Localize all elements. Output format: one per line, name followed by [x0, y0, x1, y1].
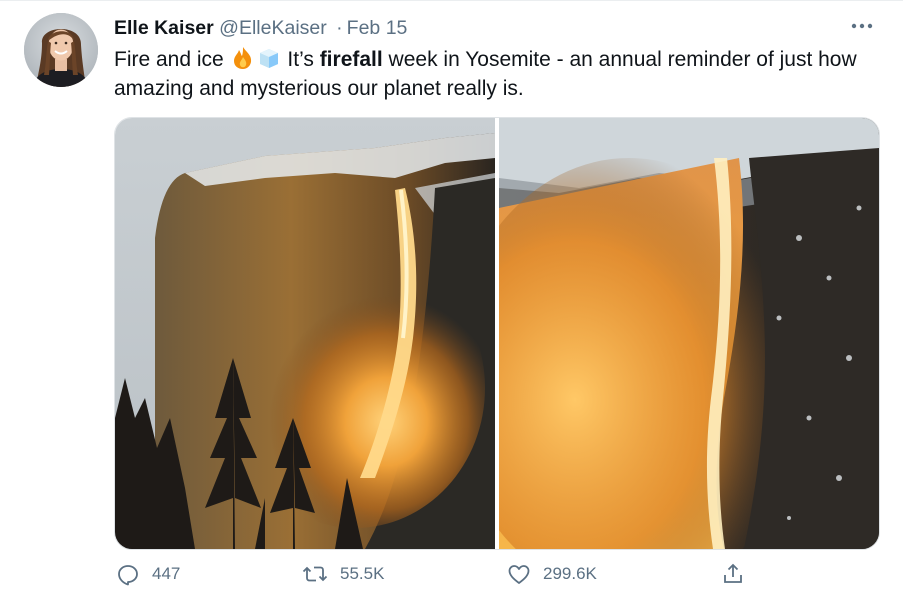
heart-icon: [508, 565, 530, 584]
more-horizontal-icon: [851, 23, 873, 29]
retweet-button[interactable]: 55.5K: [302, 562, 384, 586]
tweet-media: [114, 117, 880, 550]
share-button[interactable]: [721, 562, 745, 586]
tweet-text-start: Fire and ice: [114, 48, 230, 71]
tweet-header: Elle Kaiser @ElleKaiser · Feb 15: [114, 16, 407, 40]
reply-count: 447: [152, 564, 181, 583]
divider: [0, 0, 903, 1]
author-name[interactable]: Elle Kaiser: [114, 17, 214, 39]
share-icon: [724, 563, 742, 583]
tweet-actions: 447 55.5K 299.6K: [114, 562, 878, 589]
more-button[interactable]: [848, 16, 876, 36]
tweet-date[interactable]: Feb 15: [347, 17, 408, 39]
tweet-text: Fire and ice It’s firefall week in Yosem…: [114, 45, 884, 103]
like-button[interactable]: 299.6K: [507, 562, 597, 586]
reply-button[interactable]: 447: [116, 562, 180, 586]
yosemite-firefall-wide-photo[interactable]: [115, 118, 495, 549]
avatar[interactable]: [24, 13, 98, 87]
ice-cube-emoji: [256, 46, 282, 70]
header-separator: ·: [336, 17, 343, 39]
fire-emoji: [230, 46, 256, 70]
retweet-count: 55.5K: [340, 564, 385, 583]
reply-icon: [118, 565, 138, 586]
like-count: 299.6K: [543, 564, 597, 583]
tweet-text-bold: firefall: [319, 48, 383, 71]
yosemite-firefall-closeup-photo[interactable]: [449, 118, 879, 549]
author-handle[interactable]: @ElleKaiser: [219, 17, 327, 39]
retweet-icon: [302, 566, 328, 582]
tweet-card[interactable]: Elle Kaiser @ElleKaiser · Feb 15 Fire and…: [0, 0, 903, 589]
tweet-text-middle: It’s: [281, 48, 320, 71]
